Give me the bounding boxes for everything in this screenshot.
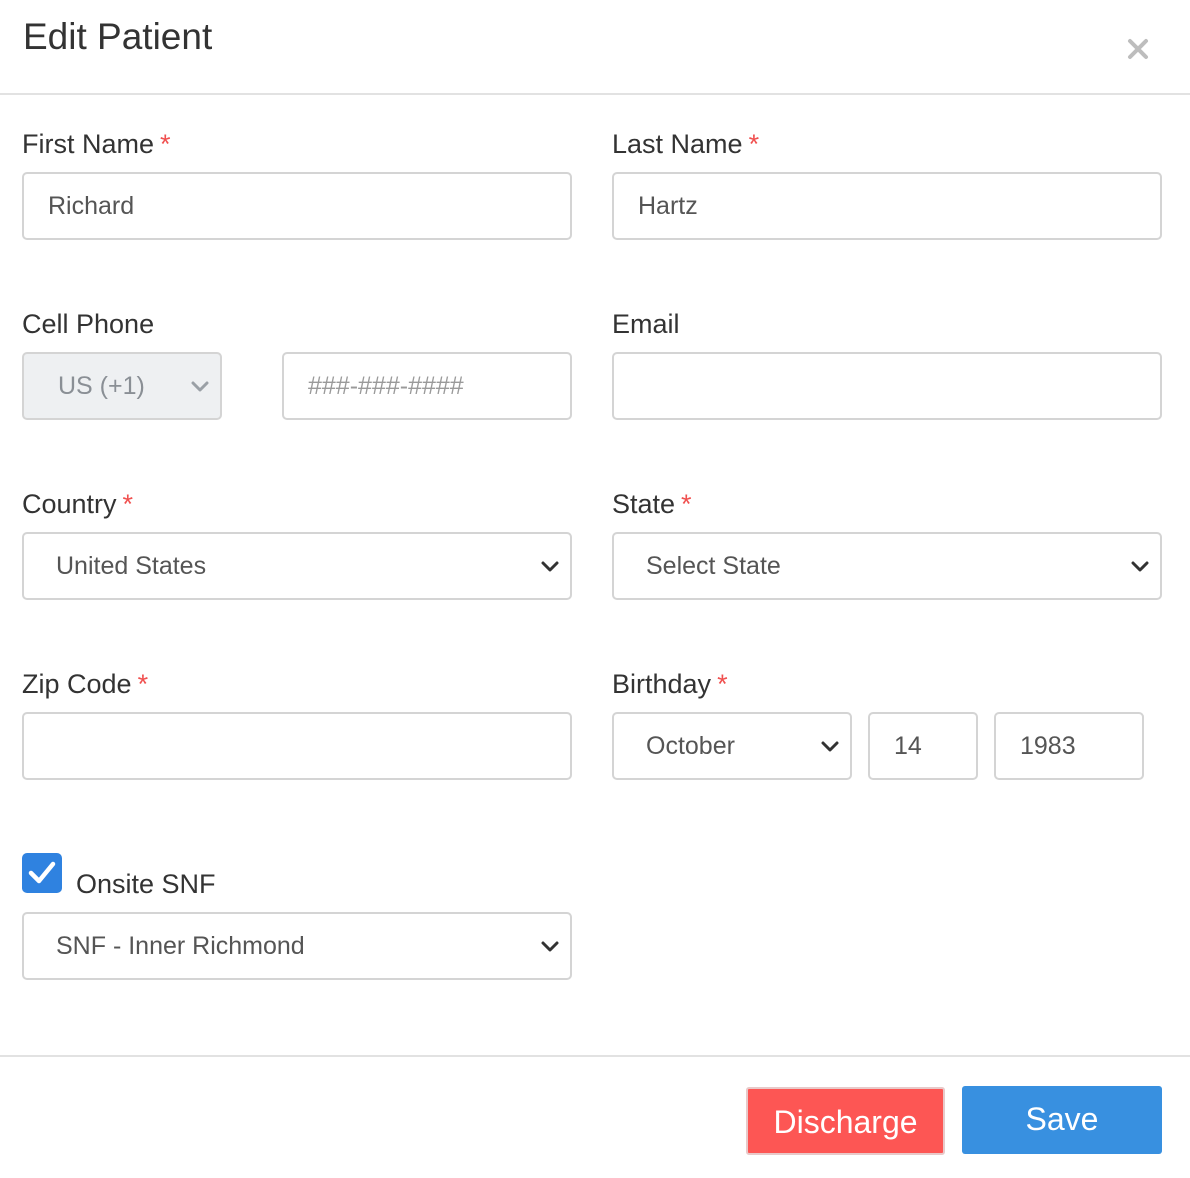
chevron-down-icon [821,741,839,752]
country-value: United States [56,552,207,580]
first-name-input[interactable]: Richard [22,172,572,240]
country-label: Country * [22,489,133,520]
email-input[interactable] [612,352,1162,420]
snf-select[interactable]: SNF - Inner Richmond [22,912,572,980]
birthday-label-text: Birthday [612,669,712,699]
last-name-label-text: Last Name [612,129,743,159]
first-name-label: First Name * [22,129,171,160]
state-value: Select State [646,552,781,580]
email-label: Email [612,309,680,339]
required-indicator: * [681,489,692,519]
required-indicator: * [122,489,134,519]
country-code-select[interactable]: US (+1) [22,352,222,420]
close-icon [1128,39,1148,59]
birthday-day-input[interactable]: 14 [868,712,978,780]
birthday-label: Birthday * [612,669,728,700]
modal-footer-divider [0,1055,1190,1057]
required-indicator: * [717,669,728,699]
country-label-text: Country [22,489,117,519]
country-select[interactable]: United States [22,532,572,600]
state-label: State * [612,489,692,520]
snf-value: SNF - Inner Richmond [56,932,305,960]
chevron-down-icon [1131,561,1149,572]
discharge-button[interactable]: Discharge [746,1087,945,1155]
onsite-snf-label: Onsite SNF [76,869,216,899]
birthday-month-select[interactable]: October [612,712,852,780]
cell-phone-label: Cell Phone [22,309,155,339]
close-button[interactable] [1122,33,1154,65]
country-code-value: US (+1) [58,372,145,400]
modal-header: Edit Patient [0,0,1190,95]
chevron-down-icon [191,381,209,392]
state-label-text: State [612,489,676,519]
chevron-down-icon [541,941,559,952]
onsite-snf-checkbox[interactable] [22,853,62,893]
first-name-label-text: First Name [22,129,155,159]
birthday-year-input[interactable]: 1983 [994,712,1144,780]
required-indicator: * [748,129,760,159]
zip-code-label-text: Zip Code [22,669,132,699]
checkmark-icon [28,861,56,884]
phone-number-input[interactable]: ###-###-#### [282,352,572,420]
last-name-label: Last Name * [612,129,759,160]
zip-code-input[interactable] [22,712,572,780]
required-indicator: * [137,669,149,699]
birthday-month-value: October [646,732,735,760]
modal-title: Edit Patient [23,16,213,57]
chevron-down-icon [541,561,559,572]
state-select[interactable]: Select State [612,532,1162,600]
save-button[interactable]: Save [962,1086,1162,1154]
zip-code-label: Zip Code * [22,669,148,700]
required-indicator: * [160,129,171,159]
last-name-input[interactable]: Hartz [612,172,1162,240]
